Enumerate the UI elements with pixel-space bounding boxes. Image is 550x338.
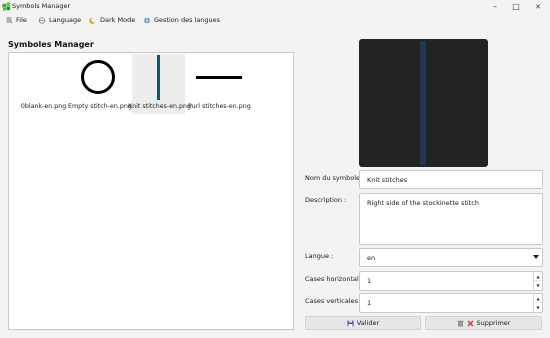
symbol-tile-purl-stitches[interactable]: Purl stitches-en.png xyxy=(188,54,251,114)
symbol-preview xyxy=(359,39,488,167)
delete-button-label: Supprimer xyxy=(476,319,511,327)
save-icon xyxy=(347,320,354,326)
globe-icon xyxy=(144,16,150,24)
menu-file[interactable]: File xyxy=(5,16,27,24)
vcells-label: Cases verticales : xyxy=(305,297,363,305)
menu-dark-mode-label: Dark Mode xyxy=(100,16,136,24)
window-title: Symbols Manager xyxy=(12,2,71,10)
preview-knit-stripe xyxy=(420,41,426,165)
validate-button[interactable]: Valider xyxy=(305,316,421,330)
symbol-tile-knit-stitches[interactable]: Knit stitches-en.png xyxy=(128,54,191,114)
language-value: en xyxy=(367,253,376,262)
decrement-icon[interactable]: ▼ xyxy=(534,281,542,290)
menu-dark-mode[interactable]: Dark Mode xyxy=(89,16,135,24)
symbol-filename: Knit stitches-en.png xyxy=(128,103,192,110)
circle-symbol-thumbnail xyxy=(81,60,115,94)
maximize-button[interactable]: □ xyxy=(505,0,527,13)
name-label: Nom du symbole : xyxy=(305,174,365,182)
maximize-icon: □ xyxy=(512,2,520,11)
menu-language-management[interactable]: Gestion des langues xyxy=(143,16,220,24)
symbol-filename: Empty stitch-en.png xyxy=(68,103,132,110)
horizontal-line-symbol-thumbnail xyxy=(196,76,242,79)
menu-file-label: File xyxy=(16,16,27,24)
increment-icon[interactable]: ▲ xyxy=(534,272,542,281)
trash-icon xyxy=(457,320,463,327)
description-value: Right side of the stockinette stitch xyxy=(367,199,479,207)
delete-button[interactable]: Supprimer xyxy=(425,316,542,330)
symbols-list[interactable]: 0blank-en.png Empty stitch-en.png Knit s… xyxy=(8,52,294,330)
minimize-button[interactable]: – xyxy=(484,0,506,13)
menu-language-management-label: Gestion des langues xyxy=(154,16,221,24)
vertical-line-symbol-thumbnail xyxy=(157,55,160,100)
close-icon: ✕ xyxy=(535,2,541,11)
increment-icon[interactable]: ▲ xyxy=(534,294,542,303)
symbol-tile-empty-stitch[interactable]: Empty stitch-en.png xyxy=(68,54,132,114)
close-button[interactable]: ✕ xyxy=(527,0,549,13)
symbol-name-field[interactable]: Knit stitches xyxy=(359,170,543,189)
menu-language-label: Language xyxy=(49,16,82,24)
blank-symbol-thumbnail xyxy=(17,54,70,100)
menu-language[interactable]: Language xyxy=(38,16,81,24)
vcells-spin-buttons: ▲ ▼ xyxy=(533,294,542,312)
minimize-icon: – xyxy=(493,2,497,11)
vcells-value: 1 xyxy=(367,299,372,307)
dark-mode-icon xyxy=(89,17,95,24)
language-select[interactable]: en xyxy=(359,248,543,267)
vertical-cells-stepper[interactable]: 1 ▲ ▼ xyxy=(359,293,543,313)
chevron-down-icon[interactable] xyxy=(533,255,539,259)
file-icon xyxy=(6,17,13,23)
validate-button-label: Valider xyxy=(356,319,380,327)
description-label: Description : xyxy=(305,196,347,204)
close-icon xyxy=(467,320,473,326)
language-label: Langue : xyxy=(305,252,334,260)
symbol-tile-blank[interactable]: 0blank-en.png xyxy=(17,54,70,114)
hcells-spin-buttons: ▲ ▼ xyxy=(533,272,542,290)
symbol-name-value: Knit stitches xyxy=(367,175,408,184)
symbol-filename: Purl stitches-en.png xyxy=(188,103,251,110)
menu-bar: File Language Dark Mode Gestion des lang… xyxy=(0,14,550,28)
puzzle-app-icon xyxy=(2,2,11,11)
list-title: Symboles Manager xyxy=(8,40,94,49)
horizontal-cells-stepper[interactable]: 1 ▲ ▼ xyxy=(359,271,543,291)
symbol-filename: 0blank-en.png xyxy=(20,103,67,110)
language-icon xyxy=(38,16,46,24)
decrement-icon[interactable]: ▼ xyxy=(534,303,542,312)
description-field[interactable]: Right side of the stockinette stitch xyxy=(359,193,543,245)
title-bar: Symbols Manager – □ ✕ xyxy=(0,0,550,13)
hcells-value: 1 xyxy=(367,277,372,285)
